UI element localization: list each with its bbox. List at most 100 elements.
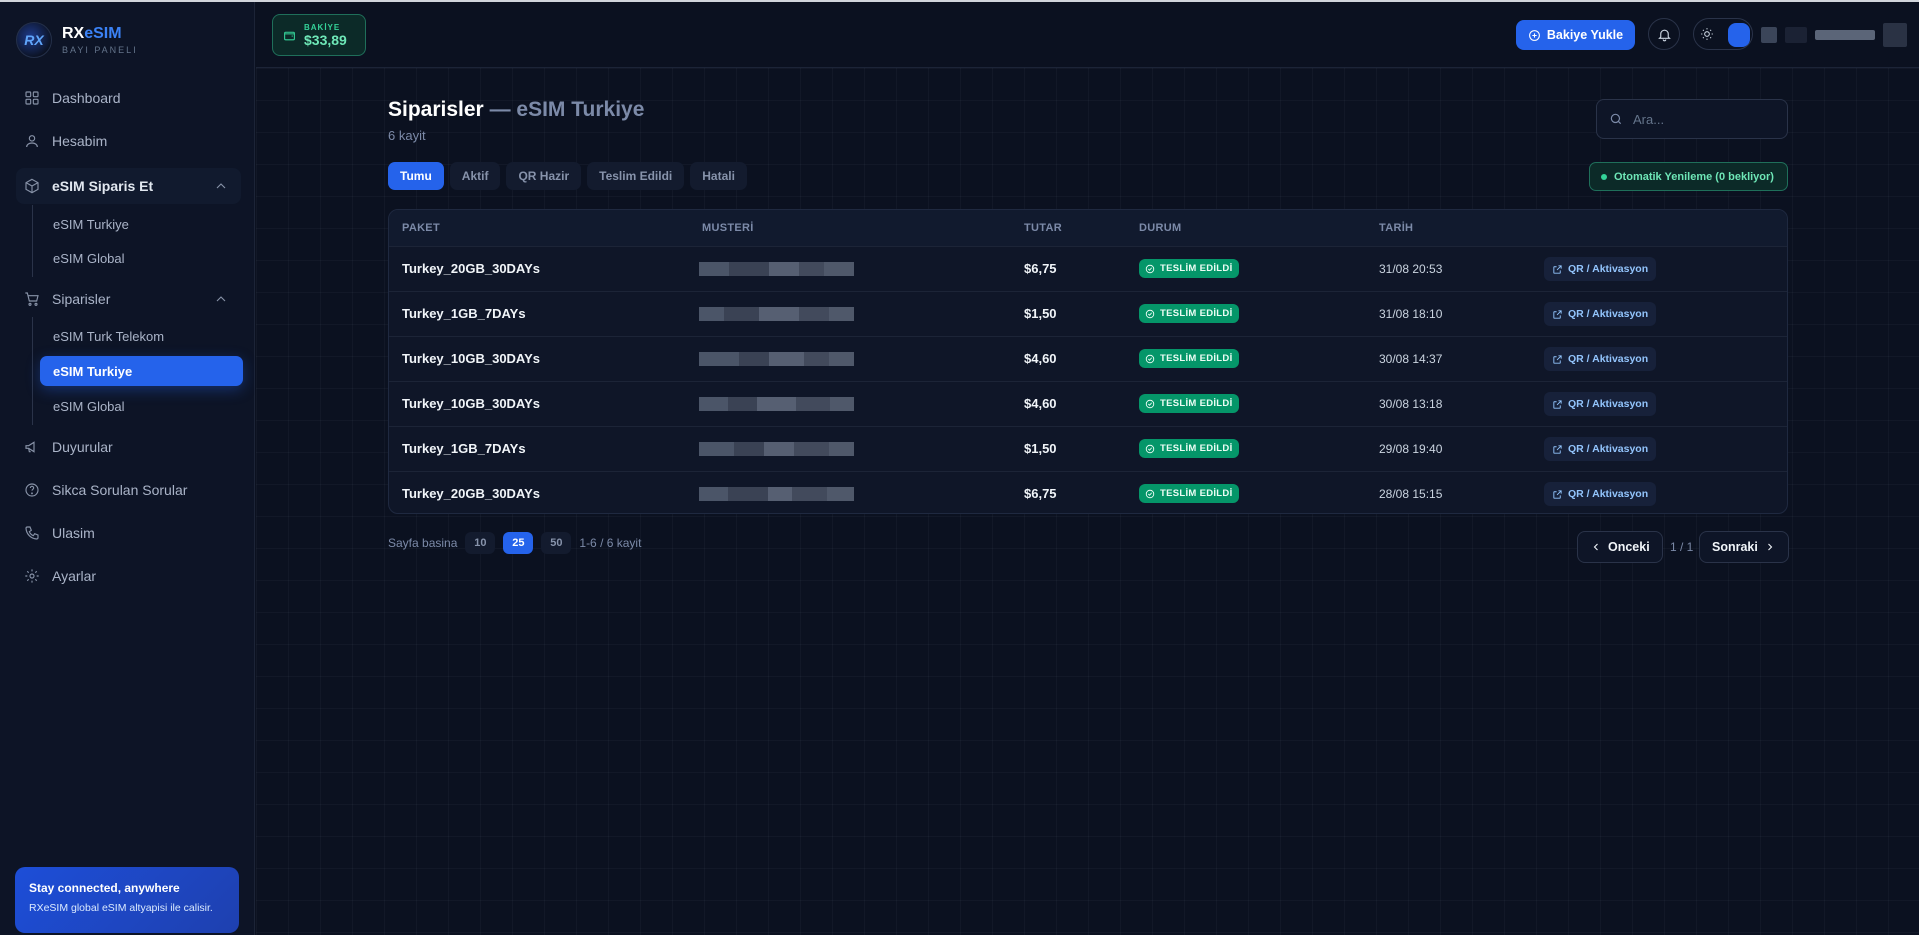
theme-toggle[interactable] <box>1693 18 1753 50</box>
check-circle-icon <box>1145 354 1155 363</box>
amount: $4,60 <box>1024 396 1057 411</box>
table-row: Turkey_20GB_30DAYs $6,75 TESLİM EDİLDİ 28/0… <box>389 471 1787 513</box>
sidebar-item-ulasim[interactable]: Ulasim <box>16 517 241 549</box>
tab-hatali[interactable]: Hatali <box>690 162 747 190</box>
auto-renew-badge[interactable]: Otomatik Yenileme (0 bekliyor) <box>1589 162 1788 191</box>
topup-button[interactable]: Bakiye Yukle <box>1516 20 1635 50</box>
submenu-line <box>32 205 33 277</box>
wallet-icon <box>284 31 295 40</box>
chevron-right-icon <box>1767 543 1773 551</box>
promo-card: Stay connected, anywhere RXeSIM global e… <box>15 867 239 933</box>
order-date: 31/08 20:53 <box>1379 262 1443 276</box>
qr-activation-button[interactable]: QR / Aktivasyon <box>1544 347 1657 371</box>
search-icon <box>1610 113 1622 125</box>
package-name: Turkey_10GB_30DAYs <box>402 396 541 411</box>
package-name: Turkey_20GB_30DAYs <box>402 261 541 276</box>
table-row: Turkey_10GB_30DAYs $4,60 TESLİM EDİLDİ 30/0… <box>389 381 1787 426</box>
customer-redacted <box>699 487 854 501</box>
orders-table: PAKET MUSTERİ TUTAR DURUM TARİH Turkey_2… <box>388 209 1788 514</box>
check-circle-icon <box>1145 444 1155 453</box>
tab-aktif[interactable]: Aktif <box>449 162 501 190</box>
order-date: 30/08 13:18 <box>1379 397 1443 411</box>
sidebar-item-label: Hesabim <box>52 133 108 149</box>
tab-tumu[interactable]: Tumu <box>388 162 444 190</box>
balance-value: $33,89 <box>304 31 347 48</box>
brand-subtitle: BAYI PANELI <box>62 45 138 55</box>
amount: $1,50 <box>1024 441 1057 456</box>
package-name: Turkey_1GB_7DAYs <box>402 306 526 321</box>
customer-redacted <box>699 397 854 411</box>
sidebar-item-hesabim[interactable]: Hesabim <box>16 125 241 157</box>
promo-title: Stay connected, anywhere <box>29 881 180 895</box>
external-link-icon <box>1553 354 1562 364</box>
sidebar-item-duyurular[interactable]: Duyurular <box>16 431 241 463</box>
grid-icon <box>25 91 39 105</box>
balance-badge[interactable]: BAKİYE $33,89 <box>272 14 366 56</box>
sidebar-item-siparisler[interactable]: Siparisler <box>16 283 241 315</box>
amount: $6,75 <box>1024 261 1057 276</box>
customer-redacted <box>699 307 854 321</box>
pagination-size: Sayfa basina 10 25 50 1-6 / 6 kayit <box>388 532 641 554</box>
customer-redacted <box>699 442 854 456</box>
qr-activation-button[interactable]: QR / Aktivasyon <box>1544 482 1657 506</box>
table-row: Turkey_1GB_7DAYs $1,50 TESLİM EDİLDİ 29/08 … <box>389 426 1787 471</box>
gear-icon <box>25 569 39 583</box>
sidebar-item-sss[interactable]: Sikca Sorulan Sorular <box>16 474 241 506</box>
main-content: Siparisler — eSIM Turkiye 6 kayit Tumu A… <box>256 68 1919 935</box>
qr-activation-button[interactable]: QR / Aktivasyon <box>1544 257 1657 281</box>
page-size-10[interactable]: 10 <box>465 532 496 554</box>
sidebar-subitem-esim-turkiye[interactable]: eSIM Turkiye <box>40 209 243 239</box>
sidebar-item-esim-siparis-et[interactable]: eSIM Siparis Et <box>16 168 241 204</box>
external-link-icon <box>1553 399 1562 409</box>
check-circle-icon <box>1145 399 1155 408</box>
sidebar-subitem-esim-global[interactable]: eSIM Global <box>40 243 243 273</box>
order-date: 30/08 14:37 <box>1379 352 1443 366</box>
sidebar-item-dashboard[interactable]: Dashboard <box>16 82 241 114</box>
status-badge: TESLİM EDİLDİ <box>1139 304 1239 323</box>
amount: $1,50 <box>1024 306 1057 321</box>
tab-qr-hazir[interactable]: QR Hazir <box>506 162 582 190</box>
table-row: Turkey_10GB_30DAYs $4,60 TESLİM EDİLDİ 30/0… <box>389 336 1787 381</box>
status-badge: TESLİM EDİLDİ <box>1139 259 1239 278</box>
sidebar-subitem-esim-turk-telekom[interactable]: eSIM Turk Telekom <box>40 321 243 351</box>
notifications-button[interactable] <box>1648 18 1680 50</box>
sidebar-subitem-esim-global[interactable]: eSIM Global <box>40 391 243 421</box>
brand-name: RXeSIM <box>62 25 122 42</box>
sidebar-item-ayarlar[interactable]: Ayarlar <box>16 560 241 592</box>
amount: $4,60 <box>1024 351 1057 366</box>
search-input[interactable] <box>1633 111 1773 127</box>
promo-text: RXeSIM global eSIM altyapisi ile calisir… <box>29 902 213 914</box>
search-box[interactable] <box>1596 99 1788 139</box>
column-header-tutar: TUTAR <box>1024 222 1062 234</box>
external-link-icon <box>1553 489 1562 499</box>
sidebar-subitem-esim-turkiye-active[interactable]: eSIM Turkiye <box>40 356 243 386</box>
tab-teslim-edildi[interactable]: Teslim Edildi <box>587 162 685 190</box>
balance-label: BAKİYE <box>304 22 341 32</box>
sidebar-item-label: Duyurular <box>52 439 113 455</box>
sidebar-item-label: Sikca Sorulan Sorular <box>52 482 188 498</box>
qr-activation-button[interactable]: QR / Aktivasyon <box>1544 302 1657 326</box>
next-page-button[interactable]: Sonraki <box>1699 531 1789 563</box>
check-circle-icon <box>1145 264 1155 273</box>
amount: $6,75 <box>1024 486 1057 501</box>
avatar <box>1761 27 1777 43</box>
sidebar-item-label: eSIM Siparis Et <box>52 178 154 194</box>
sidebar-item-label: Siparisler <box>52 291 111 307</box>
prev-page-button[interactable]: Onceki <box>1577 531 1663 563</box>
customer-redacted <box>699 262 854 276</box>
user-menu[interactable] <box>1761 18 1911 52</box>
qr-activation-button[interactable]: QR / Aktivasyon <box>1544 437 1657 461</box>
page-size-50[interactable]: 50 <box>541 532 572 554</box>
column-header-tarih: TARİH <box>1379 222 1414 234</box>
order-date: 29/08 19:40 <box>1379 442 1443 456</box>
chevron-up-icon <box>216 296 226 302</box>
check-circle-icon <box>1145 309 1155 318</box>
help-circle-icon <box>25 483 39 497</box>
brand[interactable]: RX RXeSIM BAYI PANELI <box>16 22 138 58</box>
status-badge: TESLİM EDİLDİ <box>1139 439 1239 458</box>
page-size-25[interactable]: 25 <box>503 532 534 554</box>
column-header-musteri: MUSTERİ <box>702 222 754 234</box>
package-name: Turkey_10GB_30DAYs <box>402 351 541 366</box>
sidebar-item-label: Ayarlar <box>52 568 97 584</box>
qr-activation-button[interactable]: QR / Aktivasyon <box>1544 392 1657 416</box>
